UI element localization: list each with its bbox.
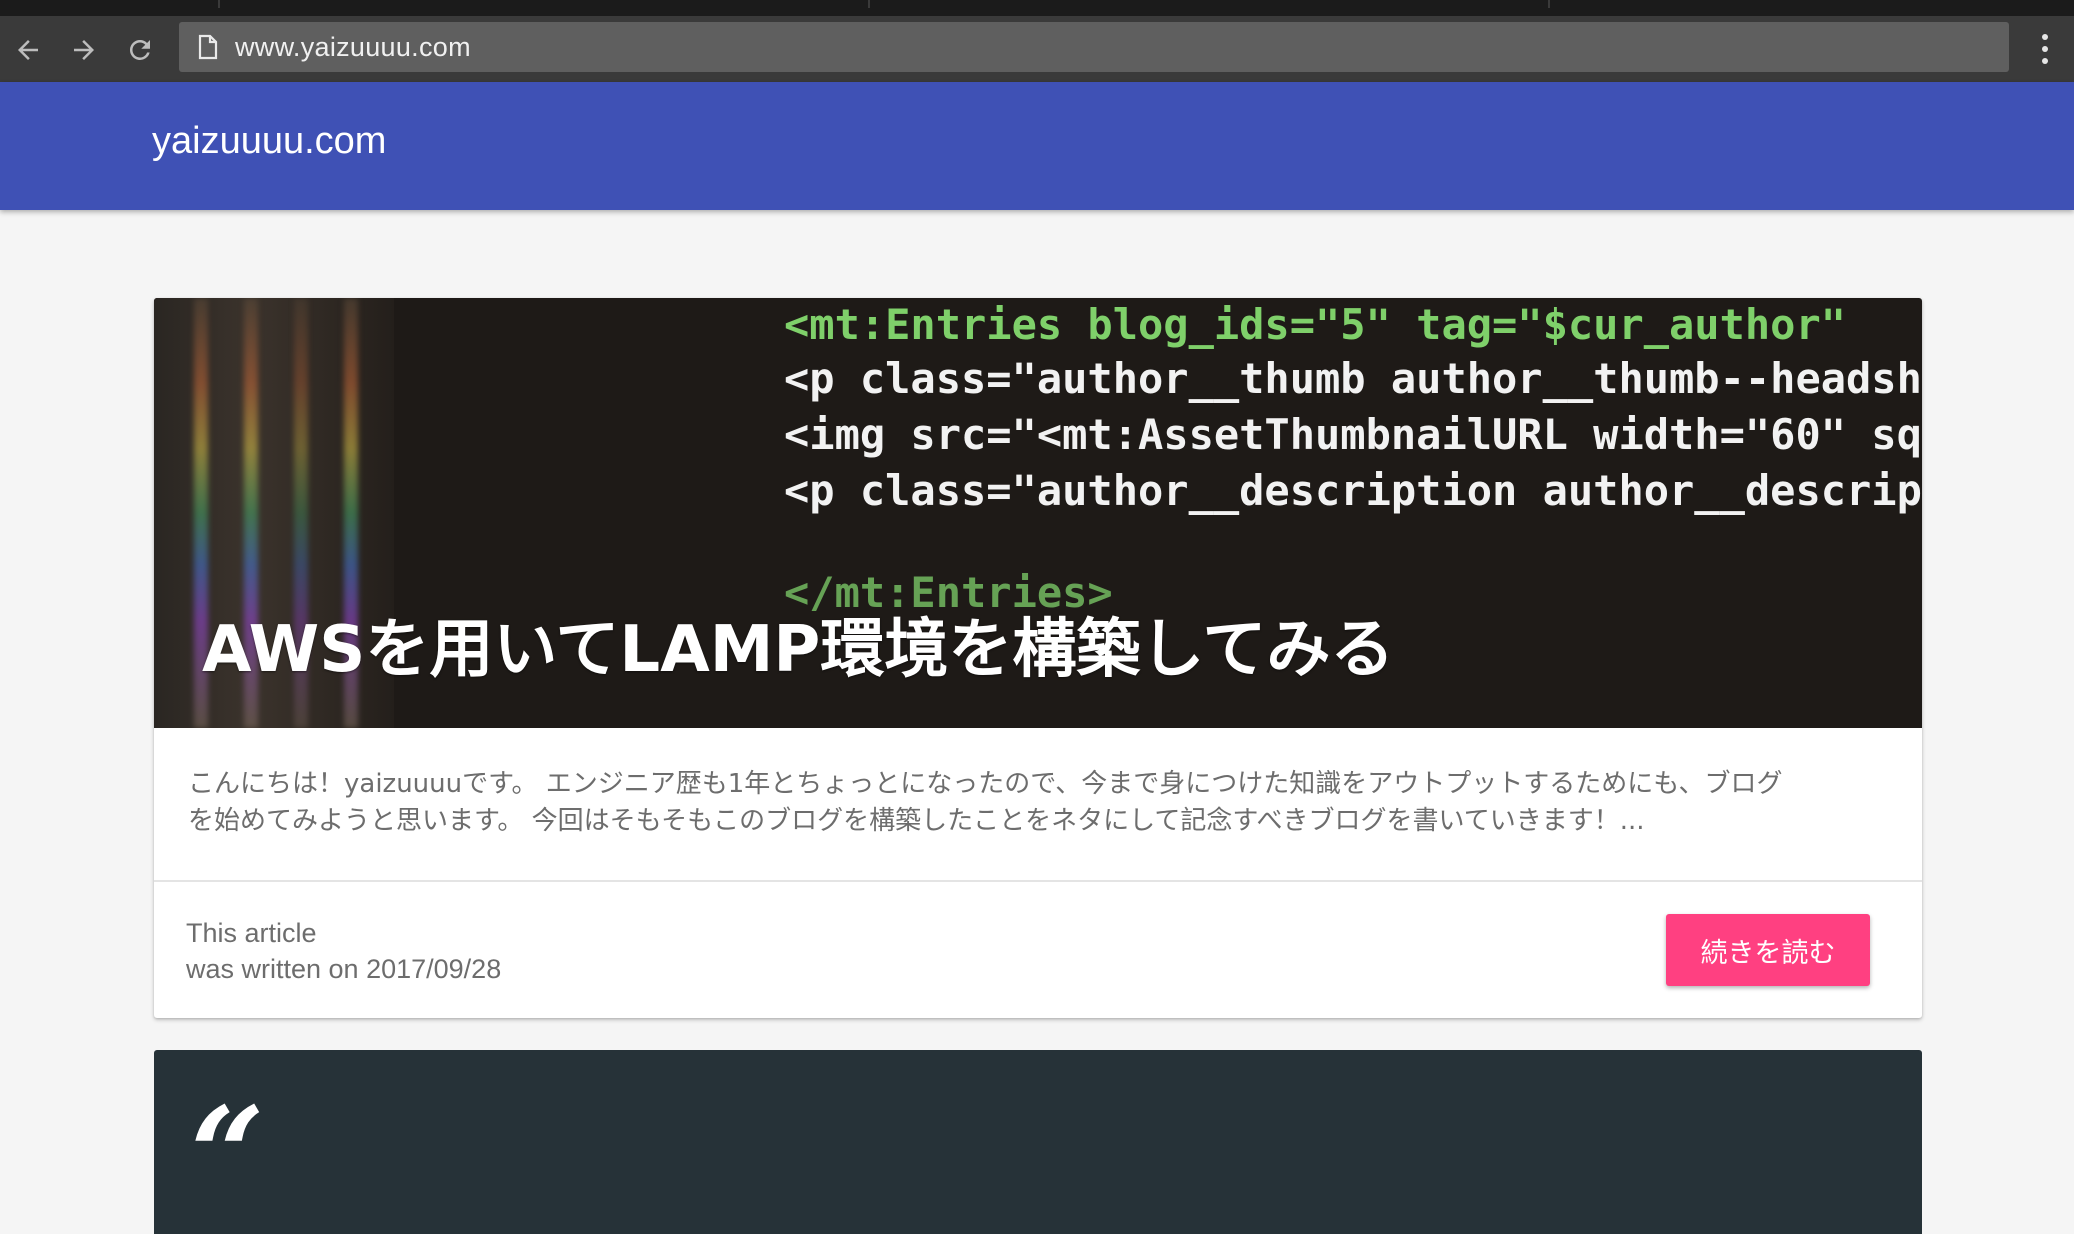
- browser-tab-strip: [0, 0, 2074, 16]
- forward-button[interactable]: [62, 28, 106, 72]
- page-icon: [197, 34, 219, 60]
- article-excerpt: こんにちは！yaizuuuuです。 エンジニア歴も1年とちょっとになったので、今…: [188, 766, 1888, 840]
- browser-toolbar: www.yaizuuuu.com: [0, 16, 2074, 82]
- address-bar[interactable]: www.yaizuuuu.com: [179, 22, 2009, 72]
- reload-icon: [129, 39, 150, 60]
- article-excerpt-line: こんにちは！yaizuuuuです。 エンジニア歴も1年とちょっとになったので、今…: [188, 769, 1783, 799]
- article-meta-label: This article: [186, 918, 317, 948]
- article-title[interactable]: AWSを用いてLAMP環境を構築してみる: [202, 598, 1394, 690]
- back-button[interactable]: [6, 28, 50, 72]
- article-card: <mt:Entries blog_ids="5" tag="$cur_autho…: [154, 298, 1922, 1018]
- reload-button[interactable]: [118, 28, 162, 72]
- site-title-link[interactable]: yaizuuuu.com: [152, 120, 386, 163]
- quote-card: “: [154, 1050, 1922, 1234]
- article-excerpt-line: を始めてみようと思います。 今回はそもそもこのブログを構築したことをネタにして記…: [188, 806, 1645, 836]
- tab-edge: [870, 0, 1550, 8]
- article-date: was written on 2017/09/28: [186, 954, 502, 984]
- quote-mark-icon: “: [190, 1078, 265, 1231]
- tab-edge: [0, 0, 220, 8]
- hero-code-line: <img src="<mt:AssetThumbnailURL width="6…: [784, 410, 1922, 459]
- more-vert-icon[interactable]: [2030, 26, 2060, 72]
- hero-code-line: <p class="author__thumb author__thumb--h…: [784, 354, 1922, 403]
- hero-code-line: <p class="author__description author__de…: [784, 466, 1922, 515]
- read-more-button[interactable]: 続きを読む: [1666, 914, 1870, 986]
- card-divider: [154, 880, 1922, 882]
- hero-code-line: <mt:Entries blog_ids="5" tag="$cur_autho…: [784, 300, 1847, 349]
- tab-edge: [220, 0, 870, 8]
- article-hero-image: <mt:Entries blog_ids="5" tag="$cur_autho…: [154, 298, 1922, 728]
- arrow-left-icon: [18, 40, 38, 60]
- url-text: www.yaizuuuu.com: [235, 31, 471, 62]
- site-header: yaizuuuu.com: [0, 82, 2074, 210]
- arrow-right-icon: [74, 40, 94, 60]
